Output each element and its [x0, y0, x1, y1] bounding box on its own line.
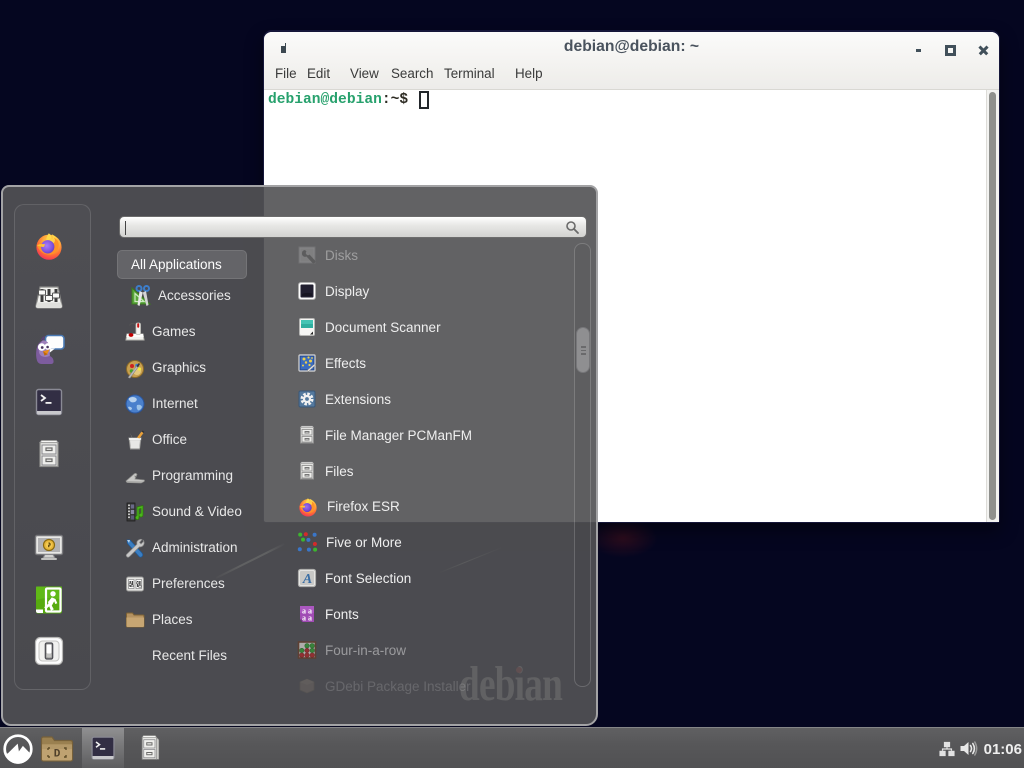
svg-text:a: a — [308, 614, 312, 623]
svg-text:D: D — [54, 749, 61, 761]
svg-text:a: a — [302, 614, 306, 623]
svg-text:A: A — [302, 572, 312, 587]
